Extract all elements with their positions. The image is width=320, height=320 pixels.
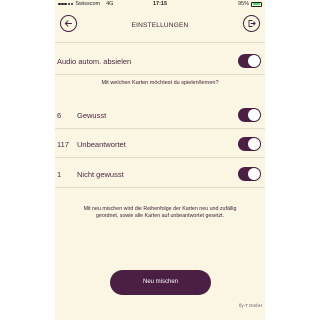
- toggle-knob: [248, 109, 260, 121]
- status-right: 95%: [238, 1, 262, 7]
- toggle-knob: [248, 168, 260, 180]
- footer-company: fly-T GmbH: [239, 303, 262, 308]
- exit-door-icon: [248, 20, 256, 27]
- toggle-knob: [248, 138, 260, 150]
- card-selection-question: Mit welchen Karten möchtest du spielen/l…: [101, 80, 219, 86]
- audio-autoplay-row: Audio autom. absielen: [55, 47, 265, 75]
- audio-autoplay-toggle[interactable]: [238, 54, 261, 68]
- page-title: EINSTELLUNGEN: [131, 22, 189, 29]
- shuffle-button[interactable]: Neu mischen: [110, 270, 211, 295]
- card-group-label: Nicht gewusst: [77, 170, 124, 179]
- card-count: 6: [57, 111, 62, 120]
- card-group-row-known: 6 Gewusst: [55, 101, 265, 129]
- card-group-row-not-known: 1 Nicht gewusst: [55, 160, 265, 188]
- card-group-row-unanswered: 117 Unbeantwortet: [55, 130, 265, 158]
- card-count: 1: [57, 170, 62, 179]
- known-cards-toggle[interactable]: [238, 108, 261, 122]
- status-time: 17:15: [152, 1, 168, 7]
- exit-button[interactable]: [243, 15, 260, 32]
- battery-percent: 95%: [237, 1, 249, 7]
- card-group-label: Unbeantwortet: [77, 140, 126, 149]
- toggle-knob: [248, 55, 260, 67]
- not-known-cards-toggle[interactable]: [238, 167, 261, 181]
- audio-autoplay-label: Audio autom. absielen: [57, 57, 132, 66]
- shuffle-info-text: Mit neu mischen wird die Reihenfolge der…: [83, 206, 237, 220]
- card-count: 117: [57, 140, 69, 149]
- header: EINSTELLUNGEN: [55, 9, 265, 43]
- battery-icon: [251, 1, 262, 7]
- status-bar: Swisscom 4G 17:15 95%: [55, 0, 265, 9]
- card-group-label: Gewusst: [77, 111, 107, 120]
- app-screen: Swisscom 4G 17:15 95% EINSTELLUNGEN Audi…: [55, 0, 265, 320]
- unanswered-cards-toggle[interactable]: [238, 137, 261, 151]
